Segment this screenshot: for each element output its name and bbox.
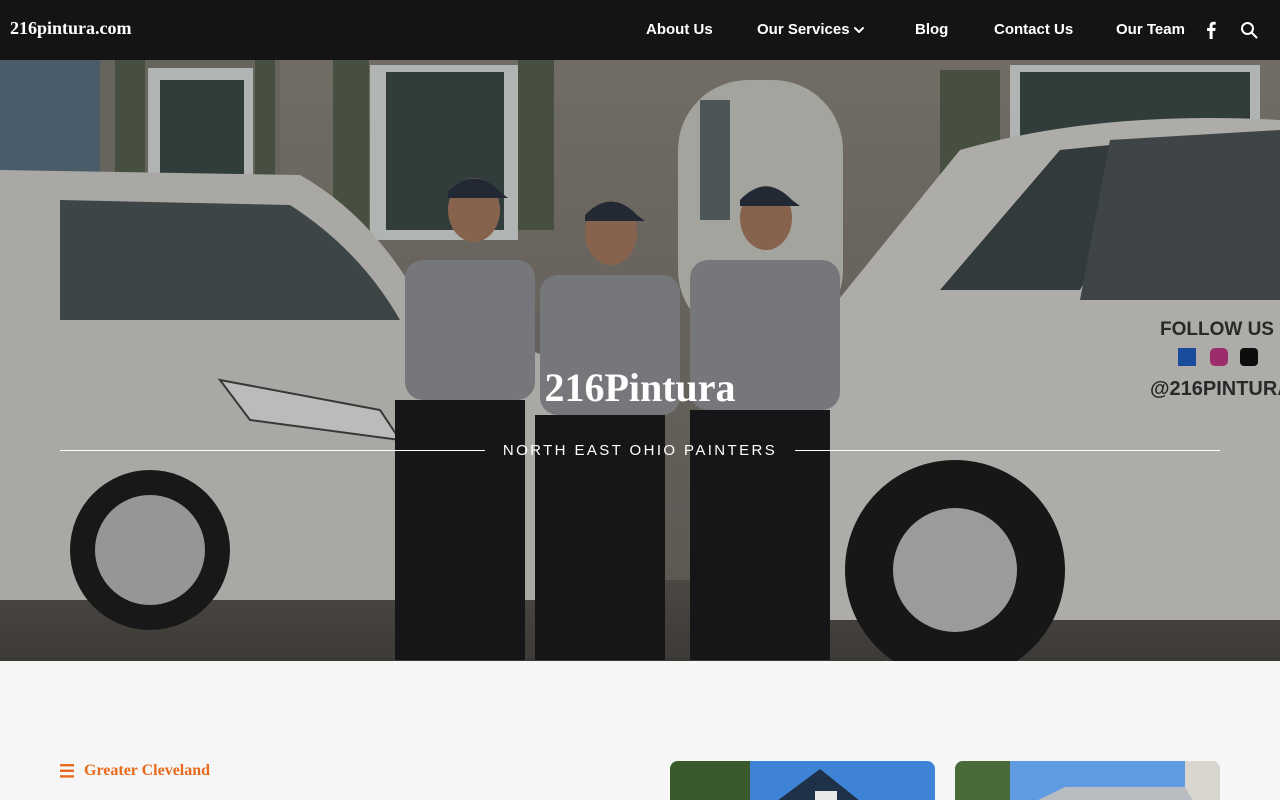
facebook-icon[interactable] bbox=[1203, 21, 1219, 39]
location-label: Greater Cleveland bbox=[84, 762, 211, 779]
project-card-2[interactable] bbox=[955, 761, 1220, 800]
top-navbar: 216pintura.com About Us Our Services Blo… bbox=[0, 0, 1280, 60]
nav-contact-us[interactable]: Contact Us bbox=[994, 21, 1073, 38]
hero-divider-right bbox=[795, 450, 1220, 451]
nav-blog[interactable]: Blog bbox=[915, 21, 948, 38]
house-photo-2 bbox=[955, 761, 1220, 800]
hero-dark-overlay bbox=[0, 60, 1280, 661]
search-icon[interactable] bbox=[1240, 21, 1258, 39]
nav-our-team[interactable]: Our Team bbox=[1116, 21, 1185, 38]
chevron-down-icon[interactable] bbox=[852, 23, 866, 37]
hero-title: 216Pintura bbox=[544, 365, 736, 410]
site-brand-link[interactable]: 216pintura.com bbox=[10, 18, 132, 39]
nav-our-services[interactable]: Our Services bbox=[757, 21, 850, 38]
content-section: Greater Cleveland bbox=[0, 661, 1280, 800]
house-photo-1 bbox=[670, 761, 935, 800]
nav-about-us[interactable]: About Us bbox=[646, 21, 713, 38]
hero-banner: FOLLOW US ON: @216PINTURALL bbox=[0, 60, 1280, 661]
project-card-1[interactable] bbox=[670, 761, 935, 800]
location-heading[interactable]: Greater Cleveland bbox=[60, 762, 210, 780]
menu-list-icon bbox=[60, 764, 74, 778]
